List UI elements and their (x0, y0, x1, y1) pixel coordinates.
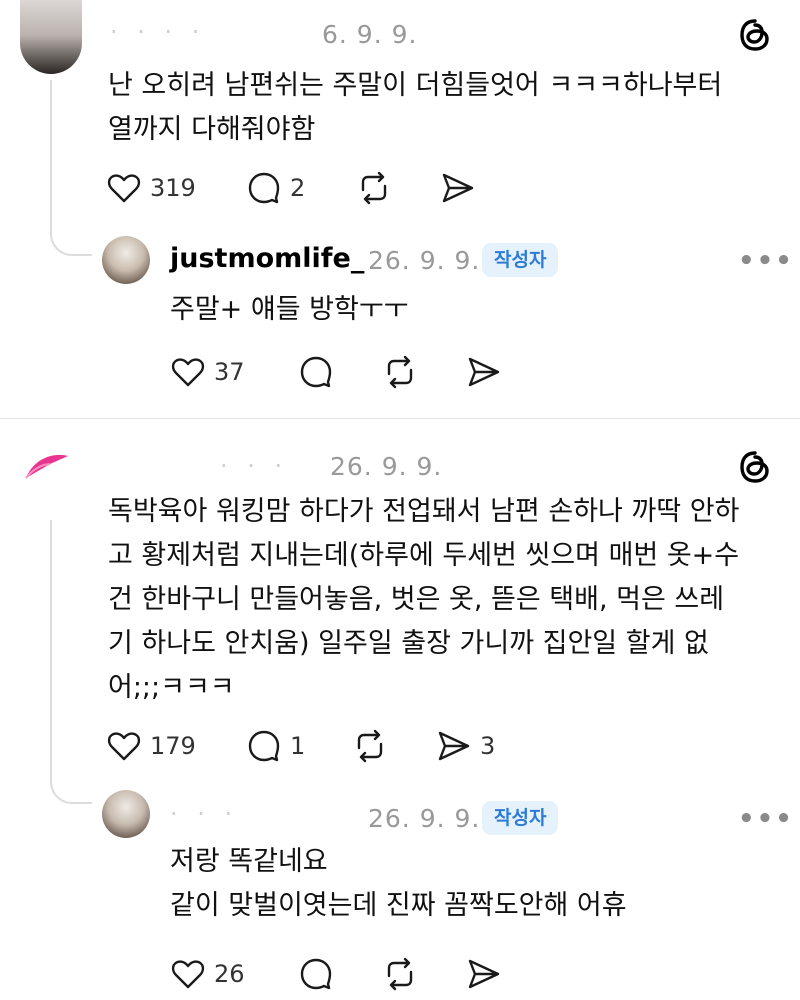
post1-thread-curve (50, 232, 92, 256)
post2-avatar[interactable] (20, 448, 84, 512)
reply2-like-count: 26 (214, 960, 245, 988)
reply1-reply-button[interactable] (298, 352, 334, 392)
comment-icon (248, 172, 280, 204)
pink-fan-avatar-image (25, 454, 68, 479)
reply2-text-line: 저랑 똑같네요 (170, 846, 328, 877)
post2-text: 독박육아 워킹맘 하다가 전업돼서 남편 손하나 까딱 안하 고 황제처럼 지내… (108, 490, 739, 710)
reply1-more-icon[interactable]: ••• (738, 246, 794, 276)
reply1-like-count: 37 (214, 358, 245, 386)
threads-logo-icon[interactable] (738, 18, 772, 52)
post1-reply-button[interactable]: 2 (246, 168, 305, 208)
post1-share-button[interactable] (440, 168, 476, 208)
send-icon (438, 731, 470, 761)
reply2-avatar[interactable] (102, 790, 150, 838)
heart-icon (171, 960, 205, 989)
reply2-share-button[interactable] (466, 954, 502, 994)
reply1-text: 주말+ 얘들 방학ㅜㅜ (170, 288, 409, 332)
comment-icon (300, 356, 332, 388)
post2-like-count: 179 (150, 732, 196, 760)
post1-reply-count: 2 (290, 174, 306, 202)
post2-thread-line (50, 520, 52, 780)
reply1-share-button[interactable] (466, 352, 502, 392)
heart-icon (171, 358, 205, 387)
post1-avatar[interactable] (20, 0, 82, 74)
repost-icon (357, 729, 383, 763)
post2-text-line: 독박육아 워킹맘 하다가 전업돼서 남편 손하나 까딱 안하 (108, 496, 740, 527)
comment-icon (248, 730, 280, 762)
post2-repost-button[interactable] (352, 726, 388, 766)
send-icon (442, 173, 474, 203)
reply2-like-button[interactable]: 26 (170, 954, 245, 994)
reply1-username[interactable]: justmomlife_ (170, 243, 364, 274)
post2-date: 26. 9. 9. (330, 452, 443, 481)
reply2-username-redacted: · · · (170, 800, 239, 828)
post2-thread-curve (50, 780, 92, 804)
post2-share-count: 3 (480, 732, 496, 760)
repost-icon (387, 957, 413, 991)
post2-text-line: 고 황제처럼 지내는데(하루에 두세번 씻으며 매번 옷+수 (108, 540, 740, 571)
heart-icon (107, 732, 141, 761)
post2-reply-count: 1 (290, 732, 306, 760)
repost-icon (387, 355, 413, 389)
post2-username-redacted: · · · (220, 452, 289, 480)
reply2-more-icon[interactable]: ••• (738, 804, 794, 834)
reply1-author-badge: 작성자 (482, 243, 559, 277)
post1-username-redacted: · · · · (110, 18, 206, 46)
reply1-text-line: 주말+ 얘들 방학ㅜㅜ (170, 294, 409, 325)
threads-logo-icon[interactable] (738, 450, 772, 484)
reply2-date: 26. 9. 9. (368, 804, 481, 833)
thread-divider (0, 418, 800, 419)
post1-like-button[interactable]: 319 (106, 168, 196, 208)
reply2-text: 저랑 똑같네요 같이 맞벌이엿는데 진짜 꼼짝도안해 어휴 (170, 840, 627, 928)
reply1-repost-button[interactable] (382, 352, 418, 392)
post1-text-line: 열까지 다해줘야함 (108, 114, 316, 145)
reply1-date: 26. 9. 9. (368, 246, 481, 275)
reply2-repost-button[interactable] (382, 954, 418, 994)
post2-share-button[interactable]: 3 (436, 726, 495, 766)
post2-text-line: 건 한바구니 만들어놓음, 벗은 옷, 뜯은 택배, 먹은 쓰레 (108, 584, 725, 615)
reply2-reply-button[interactable] (298, 954, 334, 994)
reply1-like-button[interactable]: 37 (170, 352, 245, 392)
post1-text-line: 난 오히려 남편쉬는 주말이 더힘들엇어 ㅋㅋㅋ하나부터 (108, 70, 723, 101)
heart-icon (107, 174, 141, 203)
post2-reply-button[interactable]: 1 (246, 726, 305, 766)
send-icon (468, 357, 500, 387)
reply2-author-badge: 작성자 (482, 801, 559, 835)
post1-repost-button[interactable] (356, 168, 392, 208)
repost-icon (361, 171, 387, 205)
reply1-avatar[interactable] (102, 236, 150, 284)
send-icon (468, 959, 500, 989)
post2-like-button[interactable]: 179 (106, 726, 196, 766)
comment-icon (300, 958, 332, 990)
post1-like-count: 319 (150, 174, 196, 202)
reply2-text-line: 같이 맞벌이엿는데 진짜 꼼짝도안해 어휴 (170, 890, 627, 921)
post1-date: 6. 9. 9. (322, 20, 418, 49)
post1-thread-line (50, 80, 52, 232)
post2-text-line: 어;;;ㅋㅋㅋ (108, 672, 235, 703)
post1-text: 난 오히려 남편쉬는 주말이 더힘들엇어 ㅋㅋㅋ하나부터 열까지 다해줘야함 (108, 64, 722, 152)
post2-text-line: 기 하나도 안치움) 일주일 출장 가니까 집안일 할게 없 (108, 628, 709, 659)
